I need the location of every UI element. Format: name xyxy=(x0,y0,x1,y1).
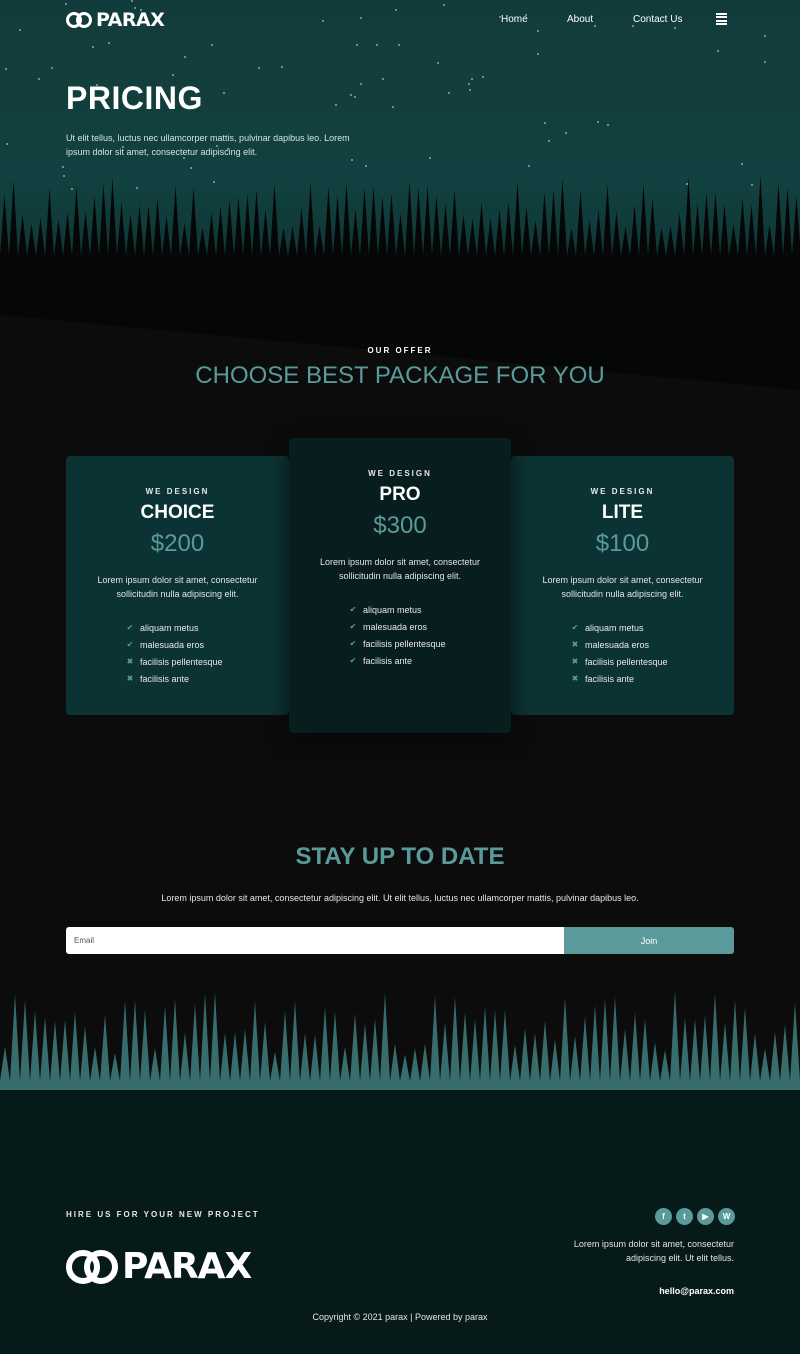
wordpress-icon[interactable]: W xyxy=(718,1208,735,1225)
check-icon: ✔ xyxy=(349,622,357,631)
feature-label: facilisis ante xyxy=(585,673,635,684)
plan-price: $300 xyxy=(373,512,427,539)
feature-item: ✔ malesuada eros xyxy=(349,618,446,635)
feature-label: aliquam metus xyxy=(363,604,422,615)
check-icon: ✔ xyxy=(349,656,357,665)
cross-icon: ✖ xyxy=(126,674,134,683)
hero-section: PARAX Home About Contact Us PRICING Ut e… xyxy=(0,0,800,400)
plan-card-choice: WE DESIGN CHOICE $200 Lorem ipsum dolor … xyxy=(66,456,289,715)
twitter-icon[interactable]: t xyxy=(676,1208,693,1225)
plan-price: $200 xyxy=(150,530,205,557)
plan-features: ✔ aliquam metus ✔ malesuada eros ✖ facilisi… xyxy=(126,619,223,687)
nav-link-about[interactable]: About xyxy=(567,14,593,25)
check-icon: ✔ xyxy=(349,639,357,648)
feature-item: ✔ aliquam metus xyxy=(571,619,668,636)
copyright: Copyright © 2021 parax | Powered by para… xyxy=(312,1312,488,1322)
forest-teal-silhouette xyxy=(0,990,800,1095)
plan-kicker: WE DESIGN xyxy=(145,487,210,496)
join-button[interactable]: Join xyxy=(564,927,734,954)
cross-icon: ✖ xyxy=(126,657,134,666)
check-icon: ✔ xyxy=(126,623,134,632)
feature-label: aliquam metus xyxy=(585,622,644,633)
plan-name: LITE xyxy=(601,502,644,523)
feature-label: aliquam metus xyxy=(140,622,199,633)
offer-kicker: OUR OFFER xyxy=(367,346,433,355)
feature-label: malesuada eros xyxy=(585,639,650,650)
offer-title: CHOOSE BEST PACKAGE FOR YOU xyxy=(195,362,605,389)
feature-label: facilisis pellentesque xyxy=(363,638,446,649)
email-field[interactable] xyxy=(66,927,564,954)
nav-link-contact[interactable]: Contact Us xyxy=(633,14,682,25)
youtube-icon[interactable]: ▶ xyxy=(697,1208,714,1225)
hire-us-heading: HIRE US FOR YOUR NEW PROJECT xyxy=(66,1210,260,1219)
feature-item: ✔ aliquam metus xyxy=(349,601,446,618)
menu-icon[interactable] xyxy=(716,13,727,25)
logo-rings-icon xyxy=(66,10,94,30)
feature-label: malesuada eros xyxy=(140,639,205,650)
feature-label: facilisis ante xyxy=(140,673,190,684)
site-logo[interactable]: PARAX xyxy=(66,9,165,31)
feature-item: ✔ facilisis pellentesque xyxy=(349,635,446,652)
footer-text: Lorem ipsum dolor sit amet, consectetur … xyxy=(573,1239,734,1263)
plan-name: PRO xyxy=(379,484,421,505)
plan-description: Lorem ipsum dolor sit amet, consectetur … xyxy=(542,575,703,599)
feature-item: ✖ facilisis pellentesque xyxy=(126,653,223,670)
plan-kicker: WE DESIGN xyxy=(368,469,432,478)
cross-icon: ✖ xyxy=(571,657,579,666)
feature-label: malesuada eros xyxy=(363,621,428,632)
check-icon: ✔ xyxy=(349,605,357,614)
footer-logo-text: PARAX xyxy=(122,1246,252,1287)
feature-label: facilisis pellentesque xyxy=(140,656,223,667)
plan-kicker: WE DESIGN xyxy=(590,487,655,496)
footer-email-link[interactable]: hello@parax.com xyxy=(659,1286,734,1296)
page-title: PRICING xyxy=(66,80,203,116)
feature-item: ✖ facilisis ante xyxy=(571,670,668,687)
social-links: f t ▶ W xyxy=(655,1208,735,1225)
check-icon: ✔ xyxy=(126,640,134,649)
feature-item: ✖ facilisis ante xyxy=(126,670,223,687)
nav-link-home[interactable]: Home xyxy=(501,14,528,25)
top-nav: PARAX Home About Contact Us xyxy=(0,0,800,40)
feature-label: facilisis pellentesque xyxy=(585,656,668,667)
plan-card-lite: WE DESIGN LITE $100 Lorem ipsum dolor si… xyxy=(511,456,734,715)
feature-item: ✖ facilisis pellentesque xyxy=(571,653,668,670)
plan-description: Lorem ipsum dolor sit amet, consectetur … xyxy=(97,575,258,599)
cross-icon: ✖ xyxy=(571,640,579,649)
feature-item: ✔ malesuada eros xyxy=(126,636,223,653)
plan-price: $100 xyxy=(595,530,650,557)
feature-item: ✔ aliquam metus xyxy=(126,619,223,636)
logo-text: PARAX xyxy=(96,9,165,31)
feature-item: ✖ malesuada eros xyxy=(571,636,668,653)
hero-subtitle: Ut elit tellus, luctus nec ullamcorper m… xyxy=(66,133,350,157)
facebook-icon[interactable]: f xyxy=(655,1208,672,1225)
plan-features: ✔ aliquam metus ✔ malesuada eros ✔ facilisi… xyxy=(349,601,446,669)
newsletter-text: Lorem ipsum dolor sit amet, consectetur … xyxy=(161,893,639,903)
footer-logo[interactable]: PARAX xyxy=(66,1246,252,1287)
plan-card-pro: WE DESIGN PRO $300 Lorem ipsum dolor sit… xyxy=(289,438,511,733)
logo-rings-icon xyxy=(66,1249,118,1284)
feature-label: facilisis ante xyxy=(363,655,413,666)
feature-item: ✔ facilisis ante xyxy=(349,652,446,669)
plan-features: ✔ aliquam metus ✖ malesuada eros ✖ facilisi… xyxy=(571,619,668,687)
check-icon: ✔ xyxy=(571,623,579,632)
plan-description: Lorem ipsum dolor sit amet, consectetur … xyxy=(319,557,481,581)
plan-name: CHOICE xyxy=(140,502,215,523)
newsletter-title: STAY UP TO DATE xyxy=(295,843,505,870)
cross-icon: ✖ xyxy=(571,674,579,683)
